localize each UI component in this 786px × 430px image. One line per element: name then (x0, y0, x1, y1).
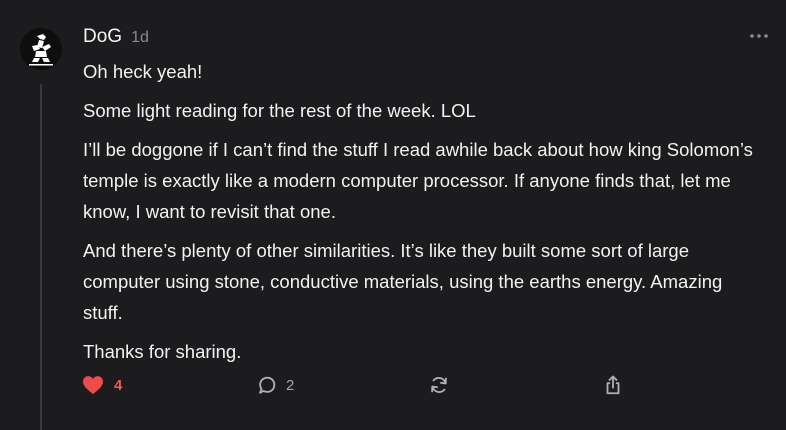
thread-line (40, 84, 42, 430)
author-name[interactable]: DoG (83, 26, 122, 48)
repost-button[interactable] (428, 372, 450, 398)
reply-bubble-icon (259, 376, 276, 394)
heart-icon (83, 376, 103, 395)
like-count: 4 (114, 376, 123, 394)
comment-paragraph: Oh heck yeah! (83, 61, 203, 82)
comment-paragraph: Thanks for sharing. (83, 341, 242, 362)
reply-count: 2 (286, 376, 295, 394)
share-icon (606, 375, 620, 395)
repost-icon (431, 377, 447, 393)
reply-button[interactable]: 2 (256, 372, 294, 398)
dog-silhouette-icon (20, 28, 62, 70)
comment-header: DoG 1d (83, 26, 149, 48)
comment-paragraph: Some light reading for the rest of the w… (83, 100, 476, 121)
avatar[interactable] (20, 28, 62, 70)
like-button[interactable]: 4 (82, 372, 122, 398)
comment-body: Oh heck yeah! Some light reading for the… (83, 56, 763, 375)
more-horizontal-icon (750, 34, 768, 38)
action-bar: 4 2 (82, 372, 642, 398)
comment-paragraph: And there’s plenty of other similarities… (83, 240, 723, 323)
timestamp[interactable]: 1d (131, 29, 149, 47)
more-options-button[interactable] (746, 26, 772, 46)
comment-paragraph: I’ll be doggone if I can’t find the stuf… (83, 139, 753, 222)
share-button[interactable] (602, 372, 624, 398)
